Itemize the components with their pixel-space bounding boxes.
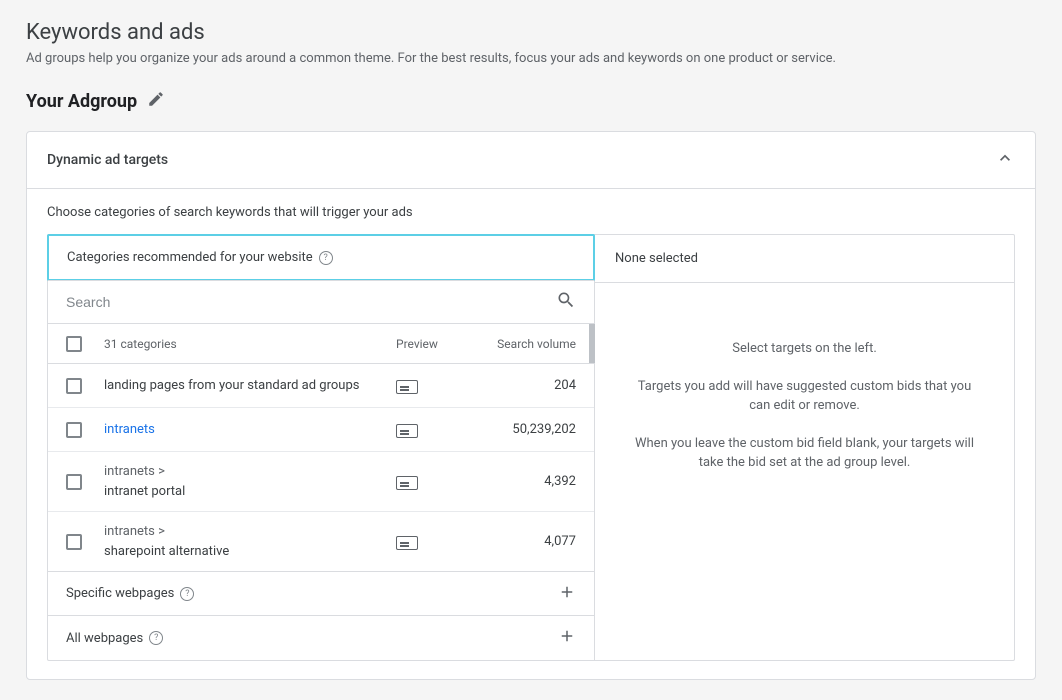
search-volume: 4,392 [476, 474, 576, 489]
card-title: Dynamic ad targets [47, 152, 168, 168]
preview-icon[interactable] [396, 536, 418, 550]
adgroup-name: Your Adgroup [26, 91, 137, 112]
search-icon[interactable] [556, 290, 576, 314]
preview-icon[interactable] [396, 476, 418, 490]
table-row[interactable]: intranets > intranet portal 4,392 [48, 452, 594, 512]
table-row[interactable]: landing pages from your standard ad grou… [48, 364, 594, 408]
preview-icon[interactable] [396, 424, 418, 438]
row-checkbox[interactable] [66, 378, 82, 394]
help-icon[interactable]: ? [149, 631, 163, 645]
row-checkbox[interactable] [66, 422, 82, 438]
instruction-text: Choose categories of search keywords tha… [47, 205, 1015, 220]
row-checkbox[interactable] [66, 474, 82, 490]
tab-label: Categories recommended for your website [67, 250, 313, 265]
chevron-up-icon[interactable] [995, 148, 1015, 172]
preview-icon[interactable] [396, 380, 418, 394]
dynamic-ad-targets-card: Dynamic ad targets Choose categories of … [26, 131, 1036, 680]
table-row[interactable]: intranets 50,239,202 [48, 408, 594, 452]
row-checkbox[interactable] [66, 534, 82, 550]
help-text: Select targets on the left. [631, 339, 978, 359]
edit-icon[interactable] [147, 90, 165, 113]
category-name[interactable]: intranets [104, 422, 155, 437]
search-volume: 204 [476, 378, 576, 393]
section-label: All webpages [66, 631, 143, 646]
category-name: intranets > sharepoint alternative [104, 522, 396, 561]
plus-icon[interactable] [558, 583, 576, 605]
select-all-checkbox[interactable] [66, 336, 82, 352]
search-volume: 4,077 [476, 534, 576, 549]
col-volume-header: Search volume [476, 337, 576, 351]
section-specific-webpages[interactable]: Specific webpages ? [48, 572, 594, 616]
help-text: When you leave the custom bid field blan… [631, 434, 978, 473]
scrollbar[interactable] [589, 324, 595, 363]
page-title: Keywords and ads [26, 20, 1036, 45]
tab-categories-recommended[interactable]: Categories recommended for your website … [49, 236, 593, 279]
plus-icon[interactable] [558, 627, 576, 649]
card-header[interactable]: Dynamic ad targets [27, 132, 1035, 189]
section-all-webpages[interactable]: All webpages ? [48, 616, 594, 660]
col-name-header: 31 categories [104, 337, 396, 351]
category-name: intranets > intranet portal [104, 462, 396, 501]
col-preview-header: Preview [396, 337, 476, 351]
selected-header: None selected [595, 235, 1014, 283]
help-text: Targets you add will have suggested cust… [631, 377, 978, 416]
page-subtitle: Ad groups help you organize your ads aro… [26, 51, 1036, 66]
help-icon[interactable]: ? [180, 587, 194, 601]
search-input[interactable] [66, 294, 474, 310]
category-name: landing pages from your standard ad grou… [104, 376, 396, 396]
help-icon[interactable]: ? [319, 251, 333, 265]
table-row[interactable]: intranets > sharepoint alternative 4,077 [48, 512, 594, 572]
search-volume: 50,239,202 [476, 422, 576, 437]
section-label: Specific webpages [66, 586, 174, 601]
